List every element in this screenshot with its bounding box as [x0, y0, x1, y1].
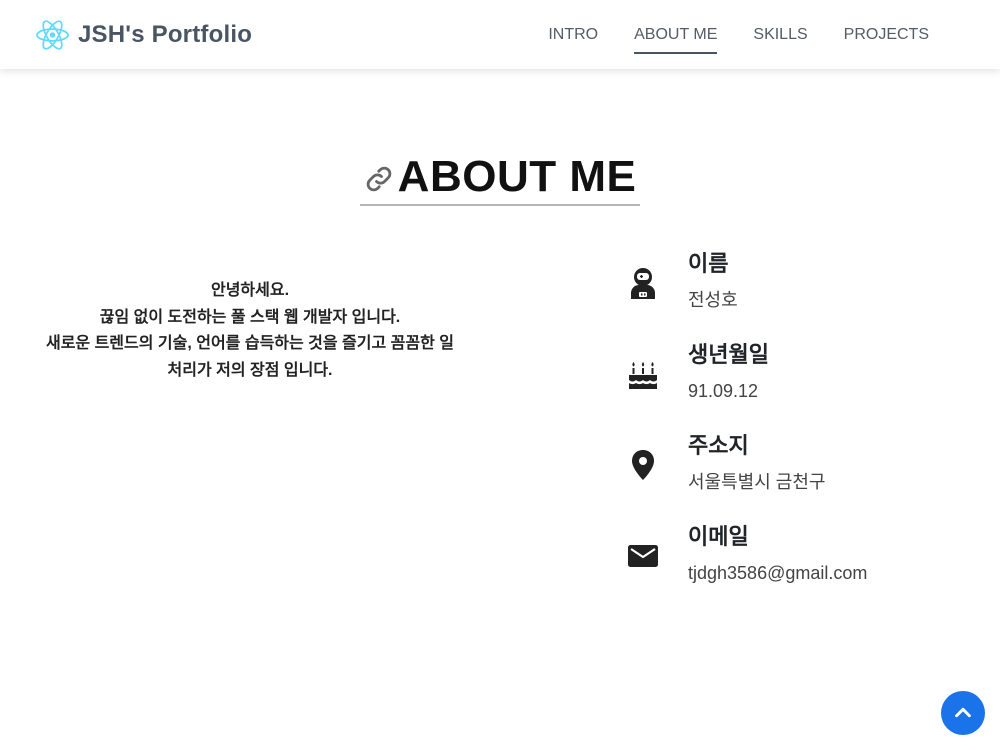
info-label: 주소지	[688, 433, 749, 458]
navbar: JSH's Portfolio INTRO ABOUT ME SKILLS PR…	[0, 0, 1000, 69]
react-atom-icon	[36, 19, 69, 50]
intro-line: 안녕하세요.	[210, 282, 290, 299]
intro-line: 처리가 저의 장점 입니다.	[167, 361, 333, 379]
intro-line: 새로운 트렌드의 기술, 언어를 습득하는 것을 즐기고 꼼꼼한 일	[45, 335, 454, 352]
nav-link-projects[interactable]: PROJECTS	[826, 0, 947, 69]
nav-link-about-me[interactable]: ABOUT ME	[616, 0, 735, 69]
info-item-email: 이메일 tjdgh3586@gmail.com	[620, 518, 980, 609]
scroll-to-top-button[interactable]	[941, 691, 985, 735]
main-nav: INTRO ABOUT ME SKILLS PROJECTS	[530, 0, 947, 69]
brand-title: JSH's Portfolio	[78, 20, 253, 48]
nav-link-intro[interactable]: INTRO	[530, 0, 616, 69]
info-item-name: 이름 전성호	[620, 245, 980, 336]
birthday-cake-icon	[620, 351, 665, 396]
intro-text: 안녕하세요. 끊임 없이 도전하는 풀 스택 웹 개발자 입니다. 새로운 트렌…	[30, 278, 470, 384]
section-title: ABOUT ME	[397, 152, 637, 201]
map-pin-icon	[620, 442, 665, 487]
chevron-up-icon	[955, 707, 971, 718]
info-value: 서울특별시 금천구	[688, 472, 826, 492]
info-list: 이름 전성호 생년월일 91.09.12 주소지 서울특별시 금천구 이메일 t…	[620, 245, 980, 609]
info-item-birthdate: 생년월일 91.09.12	[620, 336, 980, 427]
info-label: 이름	[688, 251, 729, 276]
section-heading: ABOUT ME	[360, 150, 640, 206]
intro-line: 끊임 없이 도전하는 풀 스택 웹 개발자 입니다.	[99, 308, 401, 326]
info-label: 이메일	[688, 524, 749, 549]
info-value: tjdgh3586@gmail.com	[688, 563, 868, 583]
info-value: 91.09.12	[688, 381, 759, 401]
info-value: 전성호	[688, 290, 738, 310]
astronaut-icon	[620, 260, 665, 305]
info-label: 생년월일	[688, 342, 769, 367]
mail-icon	[620, 533, 665, 578]
brand-link[interactable]: JSH's Portfolio	[35, 19, 252, 51]
info-item-address: 주소지 서울특별시 금천구	[620, 427, 980, 518]
nav-link-skills[interactable]: SKILLS	[735, 0, 825, 69]
link-icon[interactable]	[364, 164, 394, 194]
